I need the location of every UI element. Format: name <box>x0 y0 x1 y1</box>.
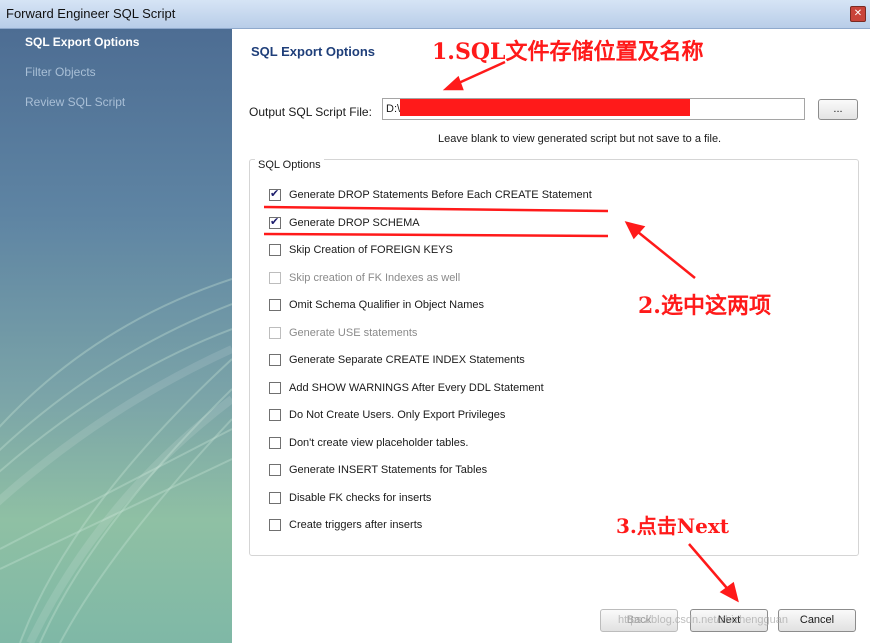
output-file-value: D:\ <box>386 103 401 115</box>
option-checkbox[interactable] <box>269 436 281 449</box>
option-checkbox[interactable] <box>269 244 281 256</box>
option-label: Generate DROP SCHEMA <box>289 216 420 229</box>
page-title: SQL Export Options <box>251 44 375 59</box>
option-checkbox <box>269 326 281 339</box>
option-checkbox[interactable] <box>269 519 281 531</box>
sidebar-decoration <box>0 278 232 643</box>
option-checkbox[interactable] <box>269 354 281 366</box>
option-label: Omit Schema Qualifier in Object Names <box>289 299 485 311</box>
option-label: Generate INSERT Statements for Tables <box>289 464 488 476</box>
sidebar-item-review-sql-script[interactable]: Review SQL Script <box>25 95 125 109</box>
annotation-2: 2.选中这两项 <box>638 293 771 319</box>
option-row[interactable]: Don't create view placeholder tables. <box>269 435 468 451</box>
option-row[interactable]: Generate USE statements <box>269 325 417 341</box>
option-checkbox <box>269 271 281 284</box>
output-file-hint: Leave blank to view generated script but… <box>438 133 722 145</box>
option-row[interactable]: Skip Creation of FOREIGN KEYS <box>269 242 453 258</box>
cancel-button[interactable]: Cancel <box>778 609 856 632</box>
option-label: Create triggers after inserts <box>289 519 423 531</box>
redaction-bar <box>400 99 690 116</box>
option-checkbox[interactable] <box>269 381 281 394</box>
option-label: Skip creation of FK Indexes as well <box>289 271 461 284</box>
title-bar: Forward Engineer SQL Script ✕ <box>0 0 870 29</box>
browse-button[interactable]: ... <box>818 99 858 120</box>
option-row[interactable]: Skip creation of FK Indexes as well <box>269 270 460 286</box>
option-label: Generate USE statements <box>289 326 418 339</box>
annotation-1: 1.SQL文件存储位置及名称 <box>432 39 704 65</box>
annotation-3: 3.点击Next <box>616 514 730 538</box>
sidebar-item-filter-objects[interactable]: Filter Objects <box>25 65 96 79</box>
option-row[interactable]: Generate Separate CREATE INDEX Statement… <box>269 352 525 368</box>
option-label: Generate Separate CREATE INDEX Statement… <box>289 354 525 366</box>
option-checkbox[interactable] <box>269 491 281 504</box>
option-label: Don't create view placeholder tables. <box>289 436 469 449</box>
option-label: Disable FK checks for inserts <box>289 491 432 504</box>
option-row[interactable]: Add SHOW WARNINGS After Every DDL Statem… <box>269 380 544 396</box>
sql-options-label: SQL Options <box>255 159 324 171</box>
watermark: https://blog.csdn.net/zhizhengguan <box>618 614 789 626</box>
option-checkbox[interactable] <box>269 187 281 201</box>
close-icon[interactable]: ✕ <box>850 6 866 22</box>
option-label: Do Not Create Users. Only Export Privile… <box>289 409 506 421</box>
option-row[interactable]: Disable FK checks for inserts <box>269 490 431 506</box>
sidebar-item-sql-export-options[interactable]: SQL Export Options <box>25 35 139 49</box>
option-label: Generate DROP Statements Before Each CRE… <box>289 189 592 201</box>
option-checkbox[interactable] <box>269 464 281 476</box>
main-panel: SQL Export Options Output SQL Script Fil… <box>232 29 870 643</box>
option-row[interactable]: Create triggers after inserts <box>269 517 422 533</box>
option-checkbox[interactable] <box>269 215 281 229</box>
output-file-input[interactable]: D:\ <box>382 98 805 120</box>
option-row[interactable]: Generate DROP SCHEMA <box>269 215 420 231</box>
option-row[interactable]: Omit Schema Qualifier in Object Names <box>269 297 484 313</box>
option-checkbox[interactable] <box>269 299 281 311</box>
option-row[interactable]: Generate DROP Statements Before Each CRE… <box>269 187 592 203</box>
option-row[interactable]: Generate INSERT Statements for Tables <box>269 462 487 478</box>
option-label: Add SHOW WARNINGS After Every DDL Statem… <box>289 381 544 394</box>
option-label: Skip Creation of FOREIGN KEYS <box>289 244 453 256</box>
sidebar: SQL Export Options Filter Objects Review… <box>0 29 232 643</box>
window-title: Forward Engineer SQL Script <box>6 6 176 21</box>
option-row[interactable]: Do Not Create Users. Only Export Privile… <box>269 407 505 423</box>
option-checkbox[interactable] <box>269 409 281 421</box>
output-file-label: Output SQL Script File: <box>249 105 372 119</box>
